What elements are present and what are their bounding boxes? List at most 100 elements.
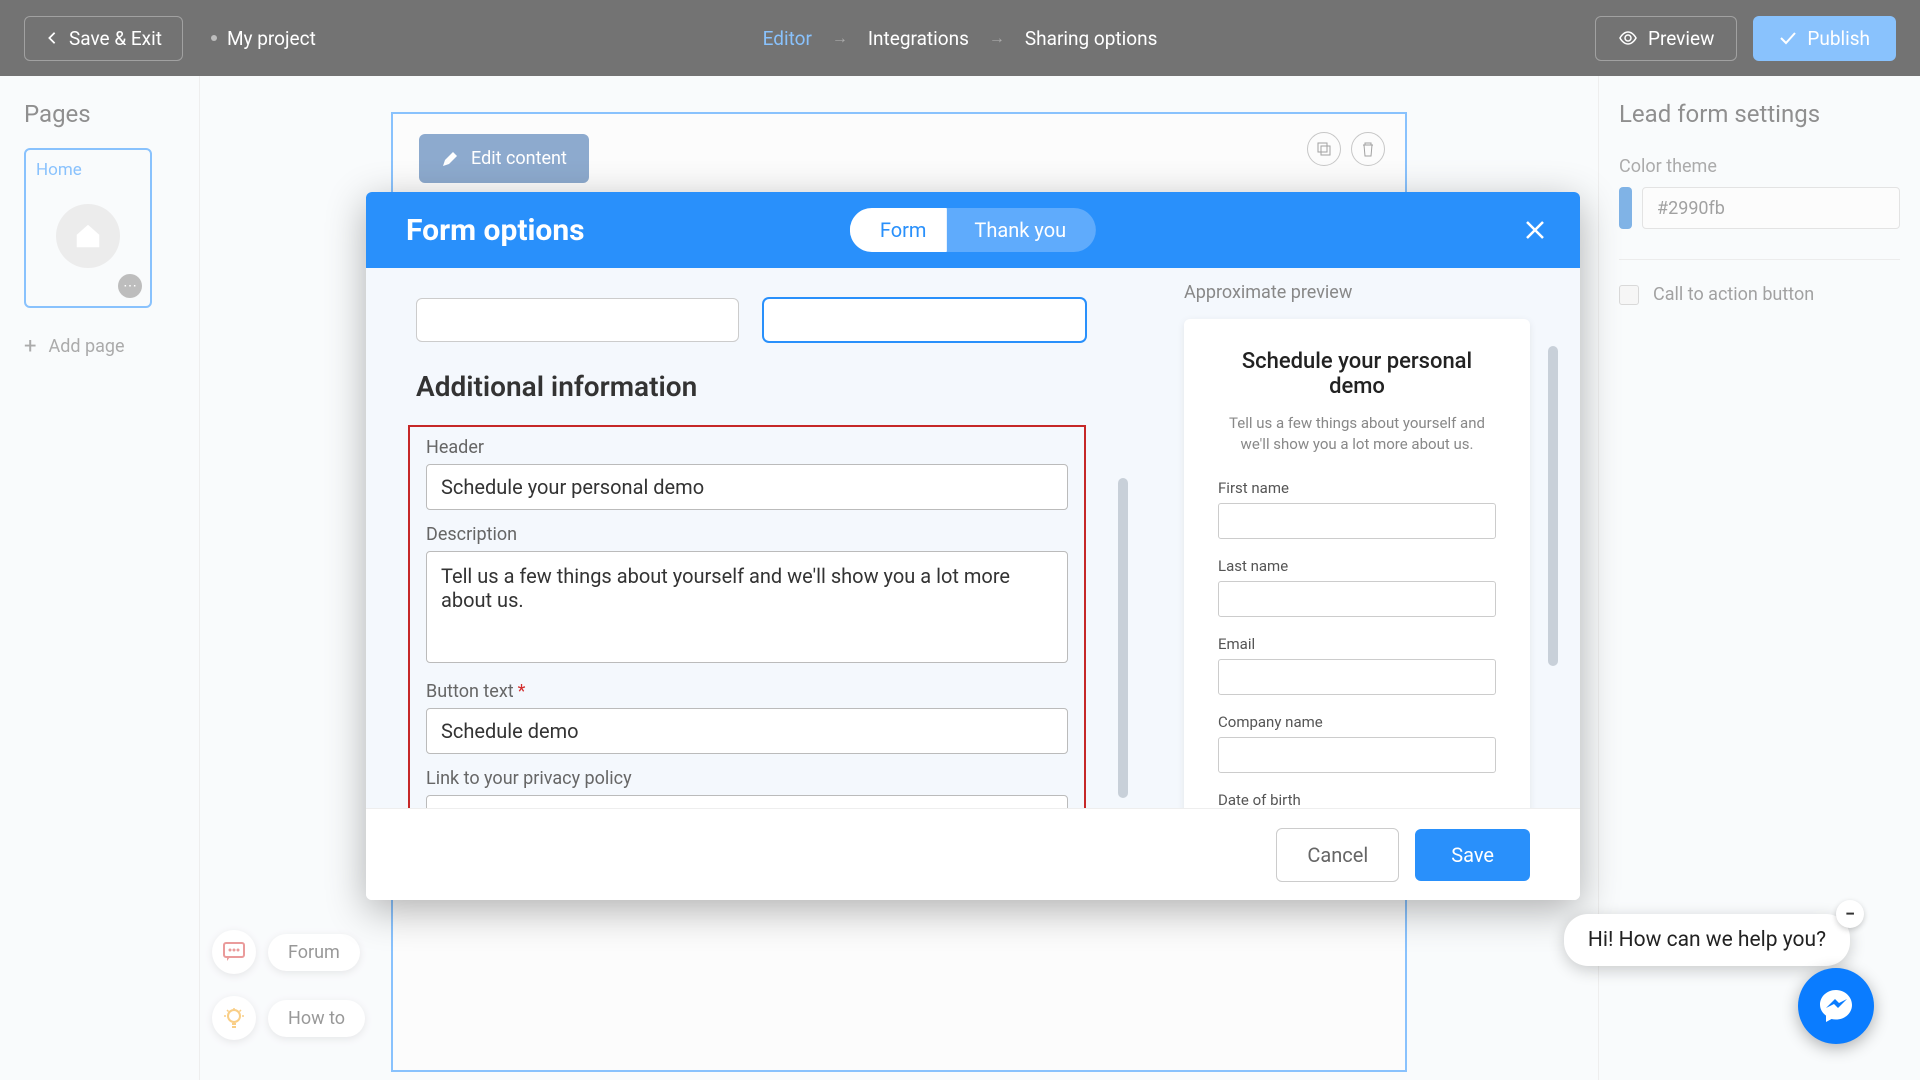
helper-forum[interactable]: Forum [212,930,365,974]
preview-card: Schedule your personal demo Tell us a fe… [1184,319,1530,808]
body-scrollbar-track [1548,282,1558,794]
forum-icon [212,930,256,974]
left-sidebar: Pages Home ⋯ + Add page [0,76,200,1080]
preview-column: Approximate preview Schedule your person… [1136,268,1580,808]
description-field-label: Description [426,524,1068,545]
body-scrollbar-thumb[interactable] [1548,346,1558,666]
color-theme-label: Color theme [1619,156,1900,177]
preview-field-email: Email [1218,635,1496,695]
center-nav: Editor → Integrations → Sharing options [763,27,1158,50]
save-button[interactable]: Save [1415,829,1530,881]
modal-close-button[interactable] [1520,215,1550,245]
howto-label: How to [268,1000,365,1037]
preview-email-label: Email [1218,635,1496,653]
tab-thank-you[interactable]: Thank you [946,208,1096,252]
chat-close-button[interactable]: − [1836,900,1864,928]
button-text-input[interactable] [426,708,1068,754]
preview-last-name-label: Last name [1218,557,1496,575]
color-swatch[interactable] [1619,187,1632,229]
field-type-input-active[interactable] [763,298,1086,342]
color-theme-row [1619,187,1900,229]
page-options-icon[interactable]: ⋯ [118,274,142,298]
color-input[interactable] [1642,187,1900,229]
messenger-icon [1816,986,1856,1026]
eye-icon [1618,31,1638,45]
preview-title: Schedule your personal demo [1218,349,1496,399]
preview-field-first-name: First name [1218,479,1496,539]
edit-content-label: Edit content [471,148,567,169]
save-exit-button[interactable]: Save & Exit [24,16,183,61]
preview-company-input[interactable] [1218,737,1496,773]
cancel-button[interactable]: Cancel [1276,828,1399,882]
modal-title: Form options [406,213,585,248]
close-icon [1524,219,1546,241]
lightbulb-icon [212,996,256,1040]
privacy-field-label: Link to your privacy policy [426,768,1068,789]
cta-toggle-row[interactable]: Call to action button [1619,259,1900,305]
page-thumbnail-home[interactable]: Home ⋯ [24,148,152,308]
pencil-icon [441,150,459,168]
preview-field-dob: Date of birth [1218,791,1496,808]
button-text-field-label: Button text* [426,681,1068,702]
preview-label: Preview [1648,27,1714,50]
preview-label: Approximate preview [1184,282,1530,303]
preview-last-name-input[interactable] [1218,581,1496,617]
preview-field-last-name: Last name [1218,557,1496,617]
plus-icon: + [24,334,36,359]
field-type-input[interactable] [416,298,739,342]
edit-content-button[interactable]: Edit content [419,134,589,183]
highlighted-section: Header Description Button text* Link to … [408,425,1086,808]
form-options-modal: Form options Form Thank you Additional i… [366,192,1580,900]
modal-tabs: Form Thank you [850,208,1096,252]
cta-label: Call to action button [1653,284,1814,305]
preview-email-input[interactable] [1218,659,1496,695]
chat-greeting-bubble[interactable]: Hi! How can we help you? [1564,914,1850,966]
arrow-icon: → [832,28,848,48]
nav-integrations[interactable]: Integrations [868,27,969,50]
preview-description: Tell us a few things about yourself and … [1218,413,1496,455]
preview-first-name-input[interactable] [1218,503,1496,539]
project-name: My project [211,27,316,50]
description-input[interactable] [426,551,1068,663]
helper-howto[interactable]: How to [212,996,365,1040]
check-icon [1779,31,1797,45]
left-scrollbar-thumb[interactable] [1118,478,1128,798]
unsaved-dot-icon [211,35,217,41]
project-name-text: My project [227,27,316,50]
chevron-left-icon [45,31,59,45]
preview-first-name-label: First name [1218,479,1496,497]
block-action-icons [1307,132,1385,166]
chat-fab[interactable] [1798,968,1874,1044]
trash-icon[interactable] [1351,132,1385,166]
modal-footer: Cancel Save [366,808,1580,900]
publish-label: Publish [1807,27,1870,50]
pages-title: Pages [24,100,175,128]
modal-body: Additional information Header Descriptio… [366,268,1580,808]
left-scrollbar-track [1118,282,1128,794]
section-title: Additional information [416,370,1086,403]
settings-panel-title: Lead form settings [1619,100,1900,128]
nav-sharing[interactable]: Sharing options [1025,27,1158,50]
form-settings-column: Additional information Header Descriptio… [366,268,1136,808]
preview-field-company: Company name [1218,713,1496,773]
header-field-label: Header [426,437,1068,458]
add-page-button[interactable]: + Add page [24,334,175,359]
page-thumb-label: Home [36,160,140,180]
modal-header: Form options Form Thank you [366,192,1580,268]
forum-label: Forum [268,934,360,971]
add-page-label: Add page [48,336,124,357]
helper-buttons: Forum How to [212,930,365,1040]
publish-button[interactable]: Publish [1753,16,1896,61]
header-input[interactable] [426,464,1068,510]
arrow-icon: → [989,28,1005,48]
top-right-actions: Preview Publish [1595,16,1896,61]
home-icon [56,204,120,268]
duplicate-icon[interactable] [1307,132,1341,166]
nav-editor[interactable]: Editor [763,27,812,50]
save-exit-label: Save & Exit [69,27,162,50]
cta-checkbox[interactable] [1619,285,1639,305]
preview-dob-label: Date of birth [1218,791,1496,808]
preview-button[interactable]: Preview [1595,16,1737,61]
preview-company-label: Company name [1218,713,1496,731]
privacy-link-input[interactable] [426,795,1068,808]
